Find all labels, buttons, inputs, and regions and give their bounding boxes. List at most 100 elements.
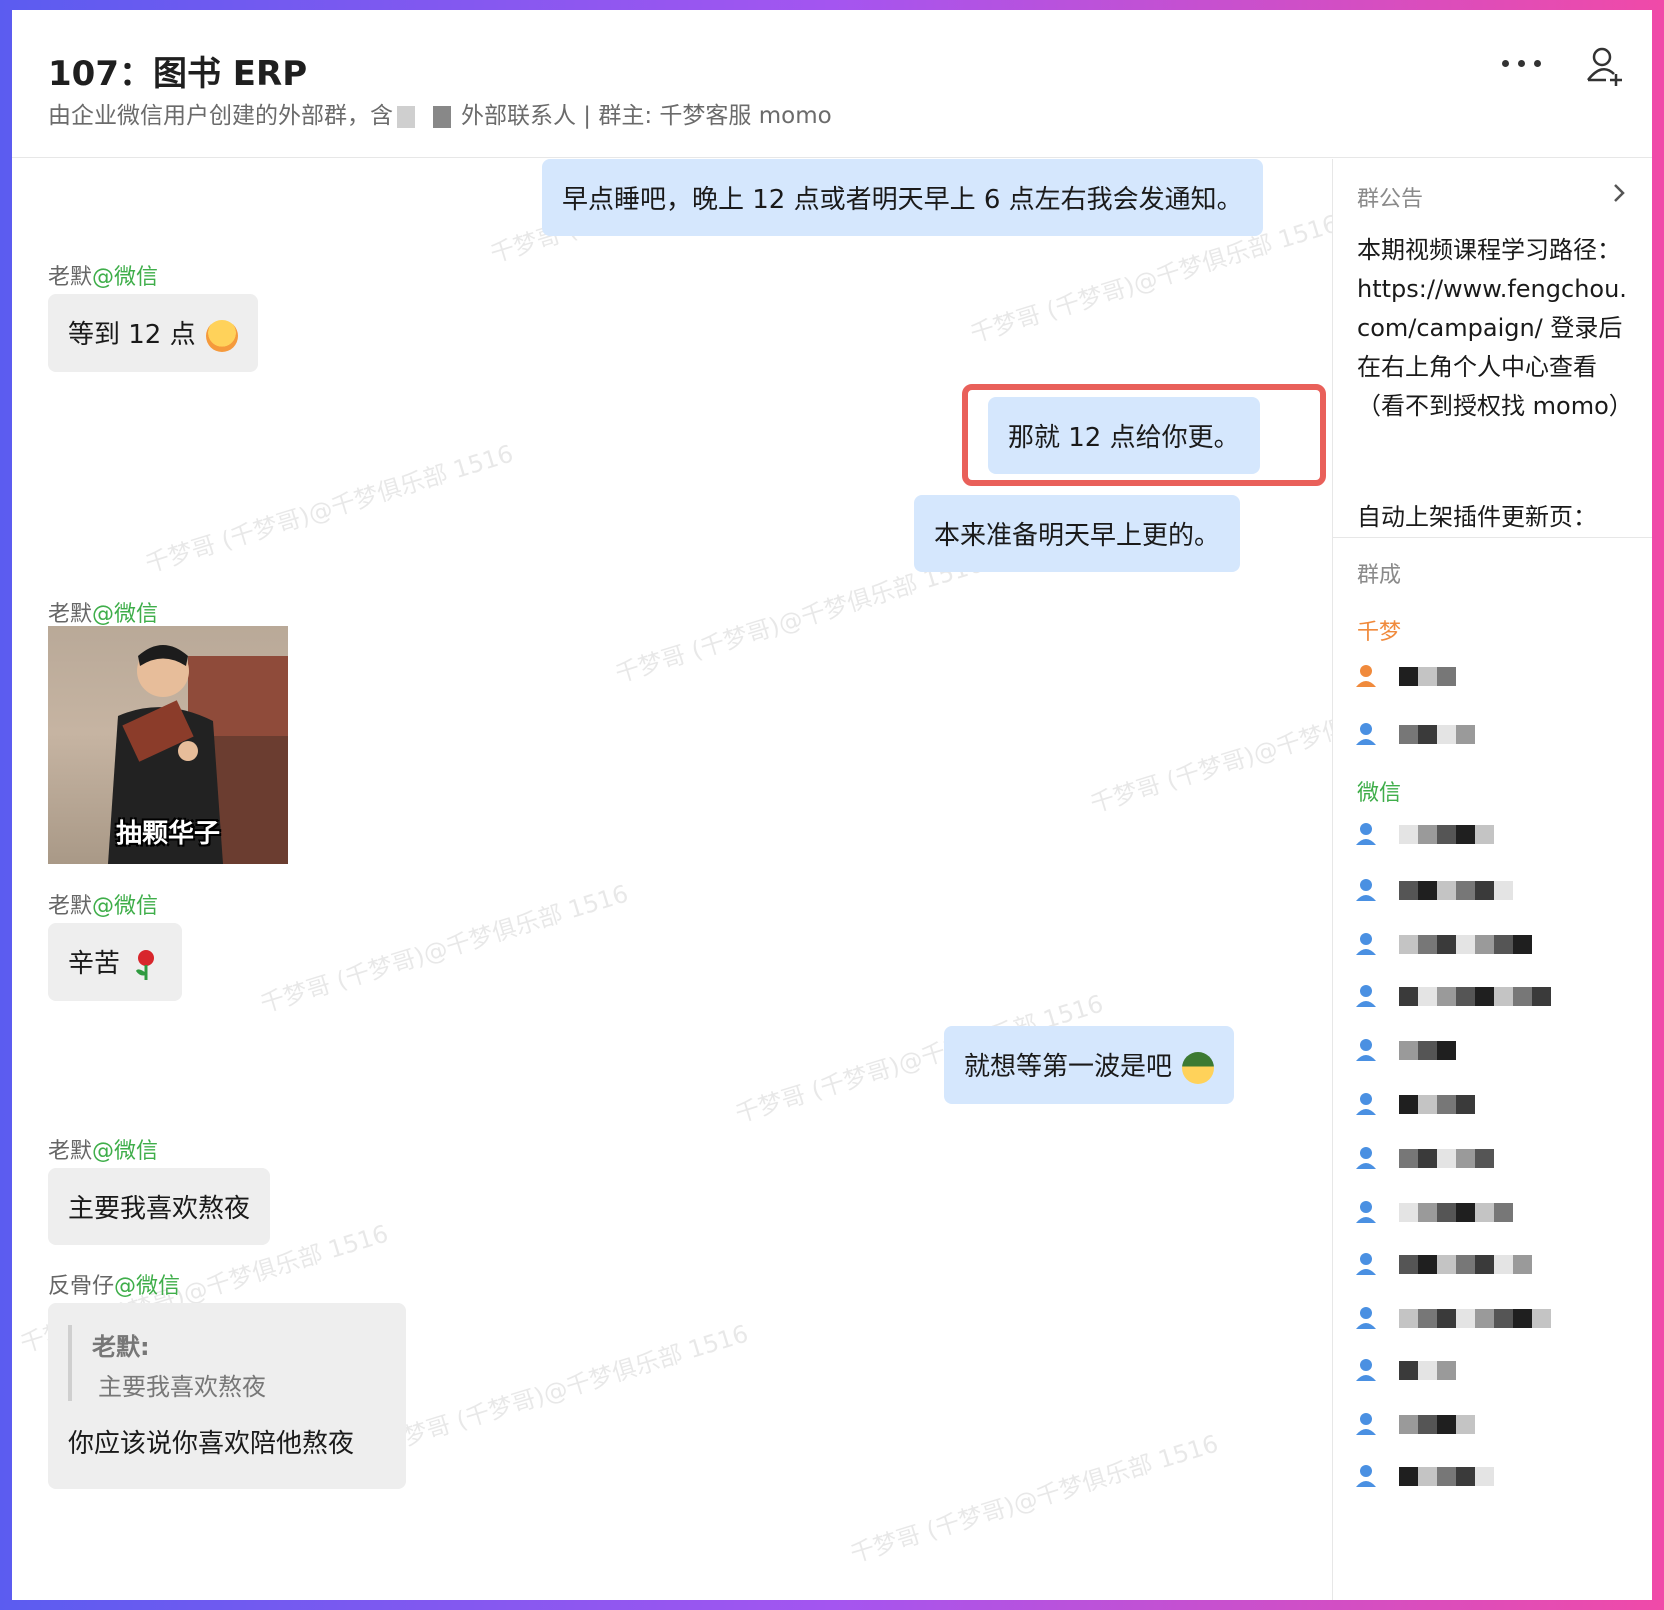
mosaic-block: [1456, 1467, 1475, 1486]
mosaic-block: [1475, 1149, 1494, 1168]
chat-header: 107：图书 ERP 由企业微信用户创建的外部群，含 外部联系人 | 群主: 千梦…: [12, 10, 1652, 158]
mosaic-block: [1456, 1415, 1475, 1434]
mosaic-block: [1418, 667, 1437, 686]
more-button[interactable]: [1500, 52, 1544, 76]
mosaic-block: [1418, 881, 1437, 900]
sender-source: @微信: [92, 894, 159, 919]
member-icon: [1356, 823, 1376, 845]
group-title: 107：图书 ERP: [48, 54, 308, 94]
member-icon: [1356, 1465, 1376, 1487]
add-member-icon: [1587, 47, 1622, 86]
message-text: 等到 12 点: [68, 320, 196, 350]
mosaic-block: [1399, 1467, 1418, 1486]
add-member-button[interactable]: [1584, 44, 1628, 88]
mosaic-block: [1399, 1309, 1418, 1328]
chevron-right-icon[interactable]: [1609, 181, 1629, 205]
sticker-image[interactable]: 抽颗华子: [48, 626, 288, 864]
mosaic-block: [1418, 1041, 1437, 1060]
divider: [1333, 537, 1652, 538]
more-icon-dot: [1534, 60, 1541, 67]
message-bubble[interactable]: 等到 12 点: [48, 294, 258, 372]
member-row[interactable]: [1355, 875, 1635, 907]
mosaic-block: [1437, 667, 1456, 686]
member-row[interactable]: [1355, 1249, 1635, 1281]
member-row[interactable]: [1355, 1461, 1635, 1493]
mosaic-block: [1418, 725, 1437, 744]
mosaic-block: [1456, 1255, 1475, 1274]
mosaic-block: [1475, 1467, 1494, 1486]
chat-window: 107：图书 ERP 由企业微信用户创建的外部群，含 外部联系人 | 群主: 千梦…: [12, 10, 1652, 1600]
mosaic-block: [1399, 1255, 1418, 1274]
announcement-text: 本期视频课程学习路径：https://www.fengchou.com/camp…: [1357, 236, 1633, 420]
member-row[interactable]: [1355, 1409, 1635, 1441]
member-row[interactable]: [1355, 661, 1635, 693]
member-icon: [1356, 1039, 1376, 1061]
member-row[interactable]: [1355, 1355, 1635, 1387]
member-row[interactable]: [1355, 719, 1635, 751]
sender-name: 老默: [48, 894, 93, 919]
sender-name: 反骨仔: [48, 1274, 115, 1299]
message-sender[interactable]: 老默@微信: [48, 1133, 158, 1165]
mosaic-block: [1399, 881, 1418, 900]
mosaic-block: [1437, 825, 1456, 844]
member-row[interactable]: [1355, 1143, 1635, 1175]
message-sender[interactable]: 老默@微信: [48, 888, 158, 920]
mosaic-block: [1437, 1095, 1456, 1114]
mosaic-block: [1399, 1361, 1418, 1380]
member-icon: [1356, 1253, 1376, 1275]
message-bubble-own[interactable]: 本来准备明天早上更的。: [914, 495, 1241, 572]
member-row[interactable]: [1355, 1303, 1635, 1335]
member-row[interactable]: [1355, 1197, 1635, 1229]
member-row[interactable]: [1355, 929, 1635, 961]
more-icon: [1502, 60, 1509, 67]
sender-name: 老默: [48, 602, 93, 627]
message-bubble-own[interactable]: 早点睡吧，晚上 12 点或者明天早上 6 点左右我会发通知。: [542, 159, 1263, 236]
message-list[interactable]: 千梦哥 (千梦哥)@千梦俱乐部 1516 千梦哥 (千梦哥)@千梦俱乐部 151…: [12, 159, 1332, 1600]
mosaic-block: [1456, 881, 1475, 900]
member-row[interactable]: [1355, 981, 1635, 1013]
group-subtitle: 由企业微信用户创建的外部群，含 外部联系人 | 群主: 千梦客服 momo: [48, 96, 832, 130]
mosaic-block: [1456, 1203, 1475, 1222]
message-sender[interactable]: 反骨仔@微信: [48, 1268, 180, 1300]
mosaic-block: [1456, 1095, 1475, 1114]
member-icon: [1356, 1413, 1376, 1435]
mosaic-block: [1418, 1255, 1437, 1274]
subtitle-prefix: 由企业微信用户创建的外部群，含: [48, 103, 393, 129]
mosaic-block: [1513, 1309, 1532, 1328]
member-icon: [1356, 723, 1376, 745]
member-icon: [1356, 1147, 1376, 1169]
mosaic-block: [1418, 1095, 1437, 1114]
member-icon: [1356, 1307, 1376, 1329]
message-bubble-own[interactable]: 就想等第一波是吧: [944, 1026, 1235, 1104]
message-bubble[interactable]: 辛苦: [48, 923, 183, 1001]
sender-name: 老默: [48, 1139, 93, 1164]
mosaic-block: [1456, 935, 1475, 954]
mosaic-block: [1513, 987, 1532, 1006]
mosaic-block: [1418, 1309, 1437, 1328]
quote-reply-bubble[interactable]: 老默: 主要我喜欢熬夜 你应该说你喜欢陪他熬夜: [48, 1303, 406, 1489]
member-icon: [1356, 985, 1376, 1007]
mosaic-block: [1456, 825, 1475, 844]
message-bubble[interactable]: 主要我喜欢熬夜: [48, 1168, 271, 1245]
members-label: 群成: [1357, 563, 1402, 588]
mosaic-block: [1418, 1415, 1437, 1434]
sender-source: @微信: [92, 1139, 159, 1164]
message-sender[interactable]: 老默@微信: [48, 596, 158, 628]
mosaic-block: [1399, 1041, 1418, 1060]
member-icon: [1356, 933, 1376, 955]
mosaic-block: [1494, 987, 1513, 1006]
message-bubble-own[interactable]: 那就 12 点给你更。: [988, 397, 1260, 474]
mosaic-block: [1399, 987, 1418, 1006]
watermark: 千梦哥 (千梦哥)@千梦俱乐部 1516: [1087, 680, 1332, 819]
mosaic-block: [1399, 1149, 1418, 1168]
member-row[interactable]: [1355, 1089, 1635, 1121]
mosaic-block: [1475, 825, 1494, 844]
member-row[interactable]: [1355, 819, 1635, 851]
mosaic-block: [1456, 1149, 1475, 1168]
sticker-caption: 抽颗华子: [115, 819, 220, 849]
mosaic-block: [1437, 725, 1456, 744]
mosaic-block: [1494, 935, 1513, 954]
mosaic-block: [1418, 935, 1437, 954]
message-sender[interactable]: 老默@微信: [48, 259, 158, 291]
member-row[interactable]: [1355, 1035, 1635, 1067]
